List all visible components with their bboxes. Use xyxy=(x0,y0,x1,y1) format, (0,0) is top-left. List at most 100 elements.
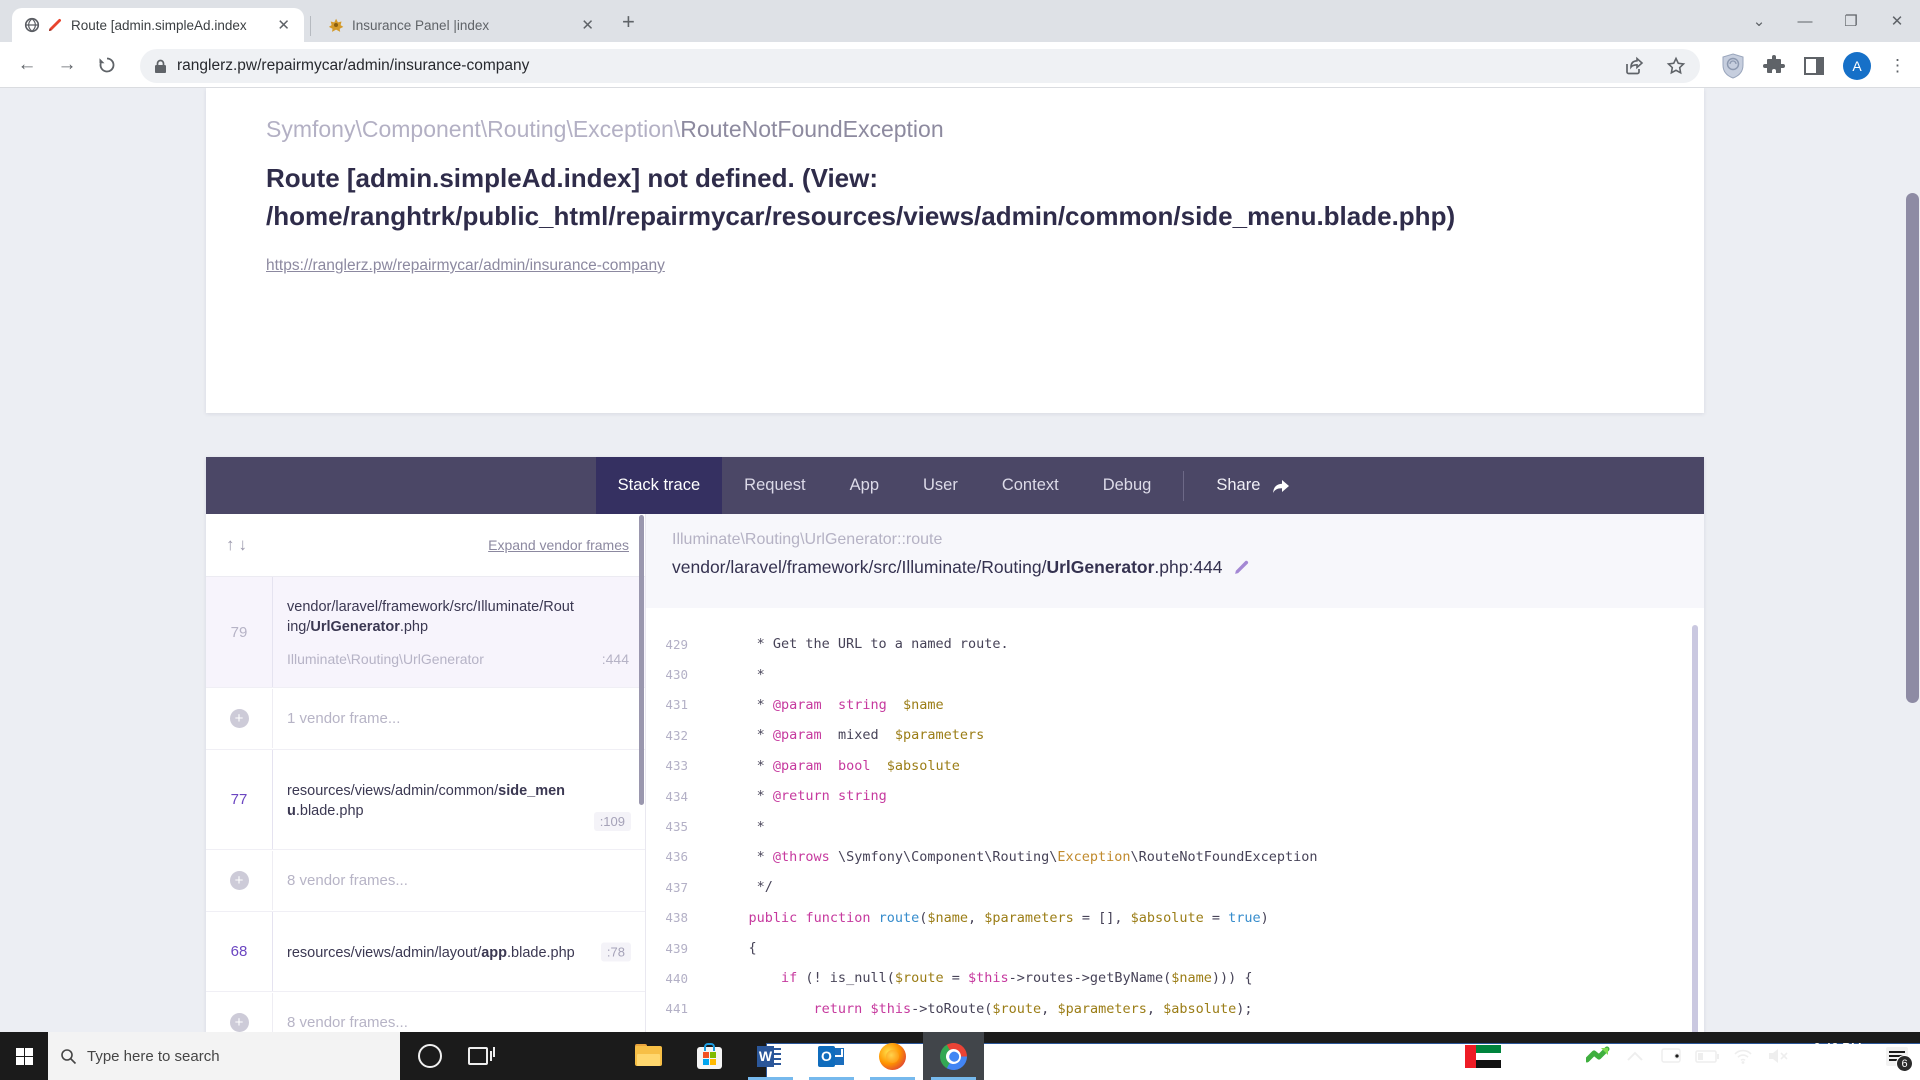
outlook-taskbar-button[interactable]: O xyxy=(801,1032,862,1080)
tray-chevron-up-icon[interactable] xyxy=(1620,1032,1650,1080)
frame-path: resources/views/admin/layout/app.blade.p… xyxy=(287,943,629,963)
windows-taskbar: Type here to search WO UAE Di... 6:40 PM… xyxy=(0,1032,1920,1080)
code-line[interactable]: 430 * xyxy=(646,659,1704,689)
file-path-prefix: vendor/laravel/framework/src/Illuminate/… xyxy=(672,557,1046,577)
frames-scrollbar[interactable] xyxy=(639,515,644,805)
trading-app-icon[interactable] xyxy=(1584,1032,1614,1080)
task-view-button[interactable] xyxy=(454,1032,502,1080)
vendor-frames-row[interactable]: +8 vendor frames... xyxy=(206,850,645,912)
browser-tab-insurance-panel[interactable]: Insurance Panel |index ✕ xyxy=(316,8,608,42)
window-restore-button[interactable]: ❐ xyxy=(1828,12,1874,30)
code-text: return $this->toRoute($route, $parameter… xyxy=(702,1001,1253,1017)
frame-down-icon[interactable]: ↓ xyxy=(239,535,252,554)
share-button[interactable]: Share xyxy=(1194,457,1314,514)
word-taskbar-button[interactable]: W xyxy=(740,1032,801,1080)
volume-muted-icon[interactable] xyxy=(1764,1032,1794,1080)
globe-icon xyxy=(24,17,40,33)
ms-store-taskbar-button[interactable] xyxy=(679,1032,740,1080)
stack-frame-row[interactable]: 68resources/views/admin/layout/app.blade… xyxy=(206,912,645,992)
tab-close-icon[interactable]: ✕ xyxy=(577,16,598,34)
trace-tab-stack-trace[interactable]: Stack trace xyxy=(596,457,723,514)
trace-tab-app[interactable]: App xyxy=(828,457,901,514)
code-line[interactable]: 435 * xyxy=(646,811,1704,841)
action-center-button[interactable]: 6 xyxy=(1880,1032,1914,1080)
tab-search-chevron-icon[interactable]: ⌄ xyxy=(1736,12,1782,30)
chrome-taskbar-button[interactable] xyxy=(923,1032,984,1080)
cortana-button[interactable] xyxy=(406,1032,454,1080)
frame-info: vendor/laravel/framework/src/Illuminate/… xyxy=(272,577,645,687)
trace-tab-context[interactable]: Context xyxy=(980,457,1081,514)
code-line[interactable]: 439 { xyxy=(646,933,1704,963)
error-card: Symfony\Component\Routing\Exception\Rout… xyxy=(206,88,1704,413)
vendor-frames-label: 8 vendor frames... xyxy=(272,851,645,910)
window-close-button[interactable]: ✕ xyxy=(1874,12,1920,30)
back-button[interactable]: ← xyxy=(14,52,40,78)
line-number: 433 xyxy=(646,758,702,773)
expand-plus-icon[interactable]: + xyxy=(206,871,272,890)
code-line[interactable]: 432 * @param mixed $parameters xyxy=(646,720,1704,750)
stack-frames-panel: ↑↓ Expand vendor frames 79vendor/laravel… xyxy=(206,514,646,1032)
code-scrollbar[interactable] xyxy=(1692,625,1698,1032)
browser-tab-error-page[interactable]: Route [admin.simpleAd.index ✕ xyxy=(12,8,304,42)
expand-plus-icon[interactable]: + xyxy=(206,709,272,728)
code-line[interactable]: 440 if (! is_null($route = $this->routes… xyxy=(646,963,1704,993)
code-text: * @param bool $absolute xyxy=(702,758,960,774)
stack-frame-row[interactable]: 77resources/views/admin/common/side_menu… xyxy=(206,750,645,850)
firefox-taskbar-button[interactable] xyxy=(862,1032,923,1080)
tab-close-icon[interactable]: ✕ xyxy=(273,16,294,34)
expand-vendor-frames-link[interactable]: Expand vendor frames xyxy=(488,537,629,553)
address-bar[interactable]: ranglerz.pw/repairmycar/admin/insurance-… xyxy=(140,49,1700,83)
stack-trace-card: Stack traceRequestAppUserContextDebug Sh… xyxy=(206,457,1704,1032)
url-text[interactable]: ranglerz.pw/repairmycar/admin/insurance-… xyxy=(177,57,1624,75)
windows-logo-icon xyxy=(16,1048,33,1065)
code-line[interactable]: 431 * @param string $name xyxy=(646,690,1704,720)
vendor-frames-row[interactable]: +1 vendor frame... xyxy=(206,688,645,750)
side-panel-icon[interactable] xyxy=(1803,56,1825,76)
extensions-puzzle-icon[interactable] xyxy=(1763,55,1785,77)
line-number: 439 xyxy=(646,941,702,956)
share-icon[interactable] xyxy=(1624,56,1644,76)
code-line[interactable]: 442 } xyxy=(646,1024,1704,1032)
adblock-shield-icon[interactable] xyxy=(1721,53,1745,79)
start-button[interactable] xyxy=(0,1032,48,1080)
bookmark-star-icon[interactable] xyxy=(1666,56,1686,76)
battery-icon[interactable] xyxy=(1692,1032,1722,1080)
vendor-frames-row[interactable]: +8 vendor frames... xyxy=(206,992,645,1032)
new-tab-button[interactable]: + xyxy=(622,12,635,32)
code-line[interactable]: 437 */ xyxy=(646,872,1704,902)
forward-button[interactable]: → xyxy=(54,52,80,78)
trace-tab-request[interactable]: Request xyxy=(722,457,827,514)
refresh-button[interactable] xyxy=(94,52,120,78)
code-line[interactable]: 429 * Get the URL to a named route. xyxy=(646,629,1704,659)
frame-path: vendor/laravel/framework/src/Illuminate/… xyxy=(287,597,629,637)
taskbar-clock[interactable]: 6:40 PM 10/19/2022 xyxy=(1805,1039,1870,1073)
edit-pencil-icon[interactable] xyxy=(1233,559,1250,576)
expand-plus-icon[interactable]: + xyxy=(206,1013,272,1032)
taskbar-search-input[interactable]: Type here to search xyxy=(48,1032,400,1080)
stack-frame-row[interactable]: 79vendor/laravel/framework/src/Illuminat… xyxy=(206,577,645,688)
file-explorer-taskbar-button[interactable] xyxy=(618,1032,679,1080)
code-line[interactable]: 434 * @return string xyxy=(646,781,1704,811)
page-scrollbar-thumb[interactable] xyxy=(1906,193,1919,703)
lock-icon[interactable] xyxy=(154,59,167,74)
frame-up-icon[interactable]: ↑ xyxy=(226,535,239,554)
code-line[interactable]: 436 * @throws \Symfony\Component\Routing… xyxy=(646,842,1704,872)
code-line[interactable]: 433 * @param bool $absolute xyxy=(646,751,1704,781)
wifi-icon[interactable] xyxy=(1728,1032,1758,1080)
wireless-display-icon[interactable] xyxy=(1656,1032,1686,1080)
browser-menu-icon[interactable]: ⋮ xyxy=(1889,56,1906,76)
code-text: * @throws \Symfony\Component\Routing\Exc… xyxy=(702,849,1317,865)
uae-flag-icon[interactable] xyxy=(1465,1045,1501,1068)
error-url-link[interactable]: https://ranglerz.pw/repairmycar/admin/in… xyxy=(266,257,665,275)
profile-avatar[interactable]: A xyxy=(1843,52,1871,80)
code-line[interactable]: 441 return $this->toRoute($route, $param… xyxy=(646,994,1704,1024)
line-number: 430 xyxy=(646,667,702,682)
code-line[interactable]: 438 public function route($name, $parame… xyxy=(646,903,1704,933)
vendor-frames-label: 8 vendor frames... xyxy=(272,993,645,1032)
error-message: Route [admin.simpleAd.index] not defined… xyxy=(266,159,1664,235)
language-indicator[interactable]: UAE Di... xyxy=(1509,1048,1571,1065)
trace-tab-debug[interactable]: Debug xyxy=(1081,457,1174,514)
trace-tab-user[interactable]: User xyxy=(901,457,980,514)
frame-line-number: :109 xyxy=(594,812,631,831)
window-minimize-button[interactable]: — xyxy=(1782,13,1828,30)
